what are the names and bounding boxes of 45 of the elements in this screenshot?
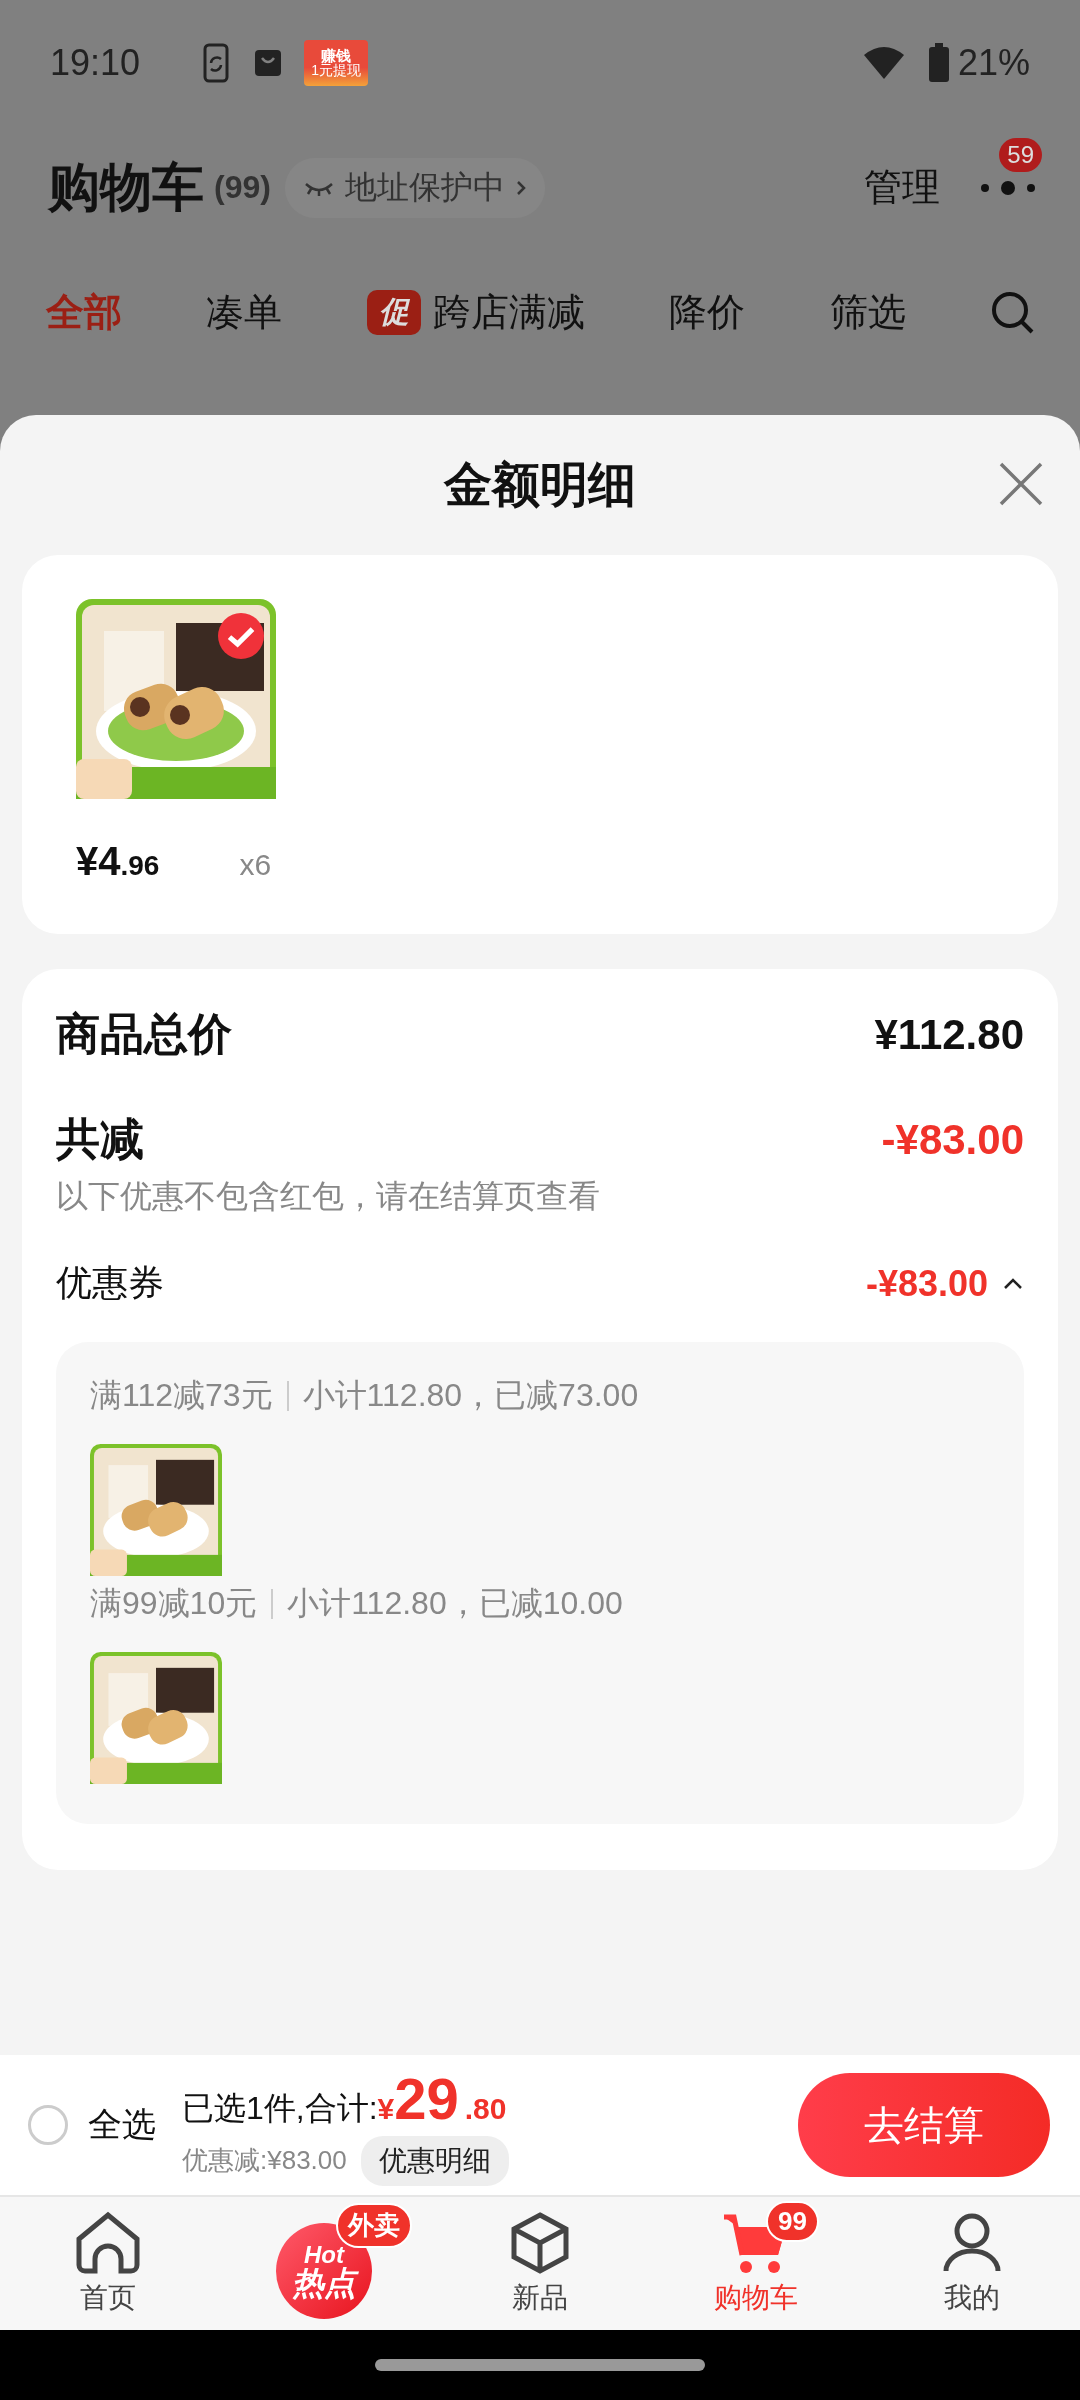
more-icon[interactable] bbox=[980, 179, 1036, 196]
saving-amount: 优惠减:¥83.00 bbox=[182, 2144, 347, 2177]
checkout-button[interactable]: 去结算 bbox=[798, 2073, 1050, 2177]
chevron-icon[interactable] bbox=[1002, 1276, 1024, 1291]
notification-badge: 59 bbox=[999, 137, 1042, 172]
discount-label: 共减 bbox=[56, 1113, 144, 1165]
battery-percent: 21% bbox=[957, 41, 1030, 84]
discount-detail-button[interactable]: 优惠明细 bbox=[360, 2135, 509, 2186]
close-icon[interactable] bbox=[998, 461, 1044, 507]
bag-icon bbox=[254, 48, 283, 77]
status-time: 19:10 bbox=[50, 41, 141, 84]
chevron-right-icon bbox=[514, 178, 527, 197]
total-label: 商品总价 bbox=[56, 1008, 232, 1060]
nav-tab[interactable]: 我的 bbox=[940, 2210, 1004, 2317]
total-value: ¥112.80 bbox=[874, 1010, 1024, 1059]
coupon-label: 优惠券 bbox=[56, 1261, 164, 1305]
sheet-title: 金额明细 bbox=[444, 457, 636, 513]
app-notification-icon: 赚钱 1元提现 bbox=[304, 39, 369, 86]
discount-note: 以下优惠不包含红包，请在结算页查看 bbox=[56, 1177, 601, 1216]
search-icon[interactable] bbox=[989, 289, 1036, 336]
cart-count: (99) bbox=[214, 169, 271, 206]
page-title: 购物车 bbox=[48, 156, 204, 218]
coupon-value: -¥83.00 bbox=[865, 1262, 988, 1305]
coupon-subtotal: 小计112.80，已减10.00 bbox=[287, 1584, 623, 1623]
wifi-icon bbox=[861, 44, 906, 81]
filter-tab[interactable]: 促 跨店满减 bbox=[366, 287, 585, 338]
coupon-subtotal: 小计112.80，已减73.00 bbox=[302, 1376, 639, 1415]
item-quantity: x6 bbox=[239, 848, 272, 882]
selected-total: 已选1件,合计:¥29.80 bbox=[182, 2064, 508, 2132]
nav-tab[interactable]: 新品 bbox=[508, 2210, 572, 2317]
address-protection-button[interactable]: 地址保护中 bbox=[284, 157, 545, 218]
discount-value: -¥83.00 bbox=[881, 1115, 1024, 1164]
filter-tab[interactable]: 降价 bbox=[669, 287, 746, 338]
coupon-rule: 满112减73元 bbox=[90, 1376, 273, 1415]
filter-tab[interactable]: 凑单 bbox=[206, 287, 283, 338]
select-all-radio[interactable] bbox=[28, 2105, 68, 2145]
coupon-rule: 满99减10元 bbox=[90, 1584, 258, 1623]
check-icon[interactable] bbox=[218, 613, 264, 659]
item-price: ¥4.96 bbox=[76, 839, 160, 884]
manage-button[interactable]: 管理 bbox=[864, 162, 940, 213]
battery-icon bbox=[927, 42, 950, 83]
delivery-badge: 外卖 bbox=[336, 2203, 412, 2248]
filter-tab[interactable]: 筛选 bbox=[829, 287, 906, 338]
select-all-label[interactable]: 全选 bbox=[88, 2102, 156, 2148]
cart-badge: 99 bbox=[766, 2201, 819, 2242]
